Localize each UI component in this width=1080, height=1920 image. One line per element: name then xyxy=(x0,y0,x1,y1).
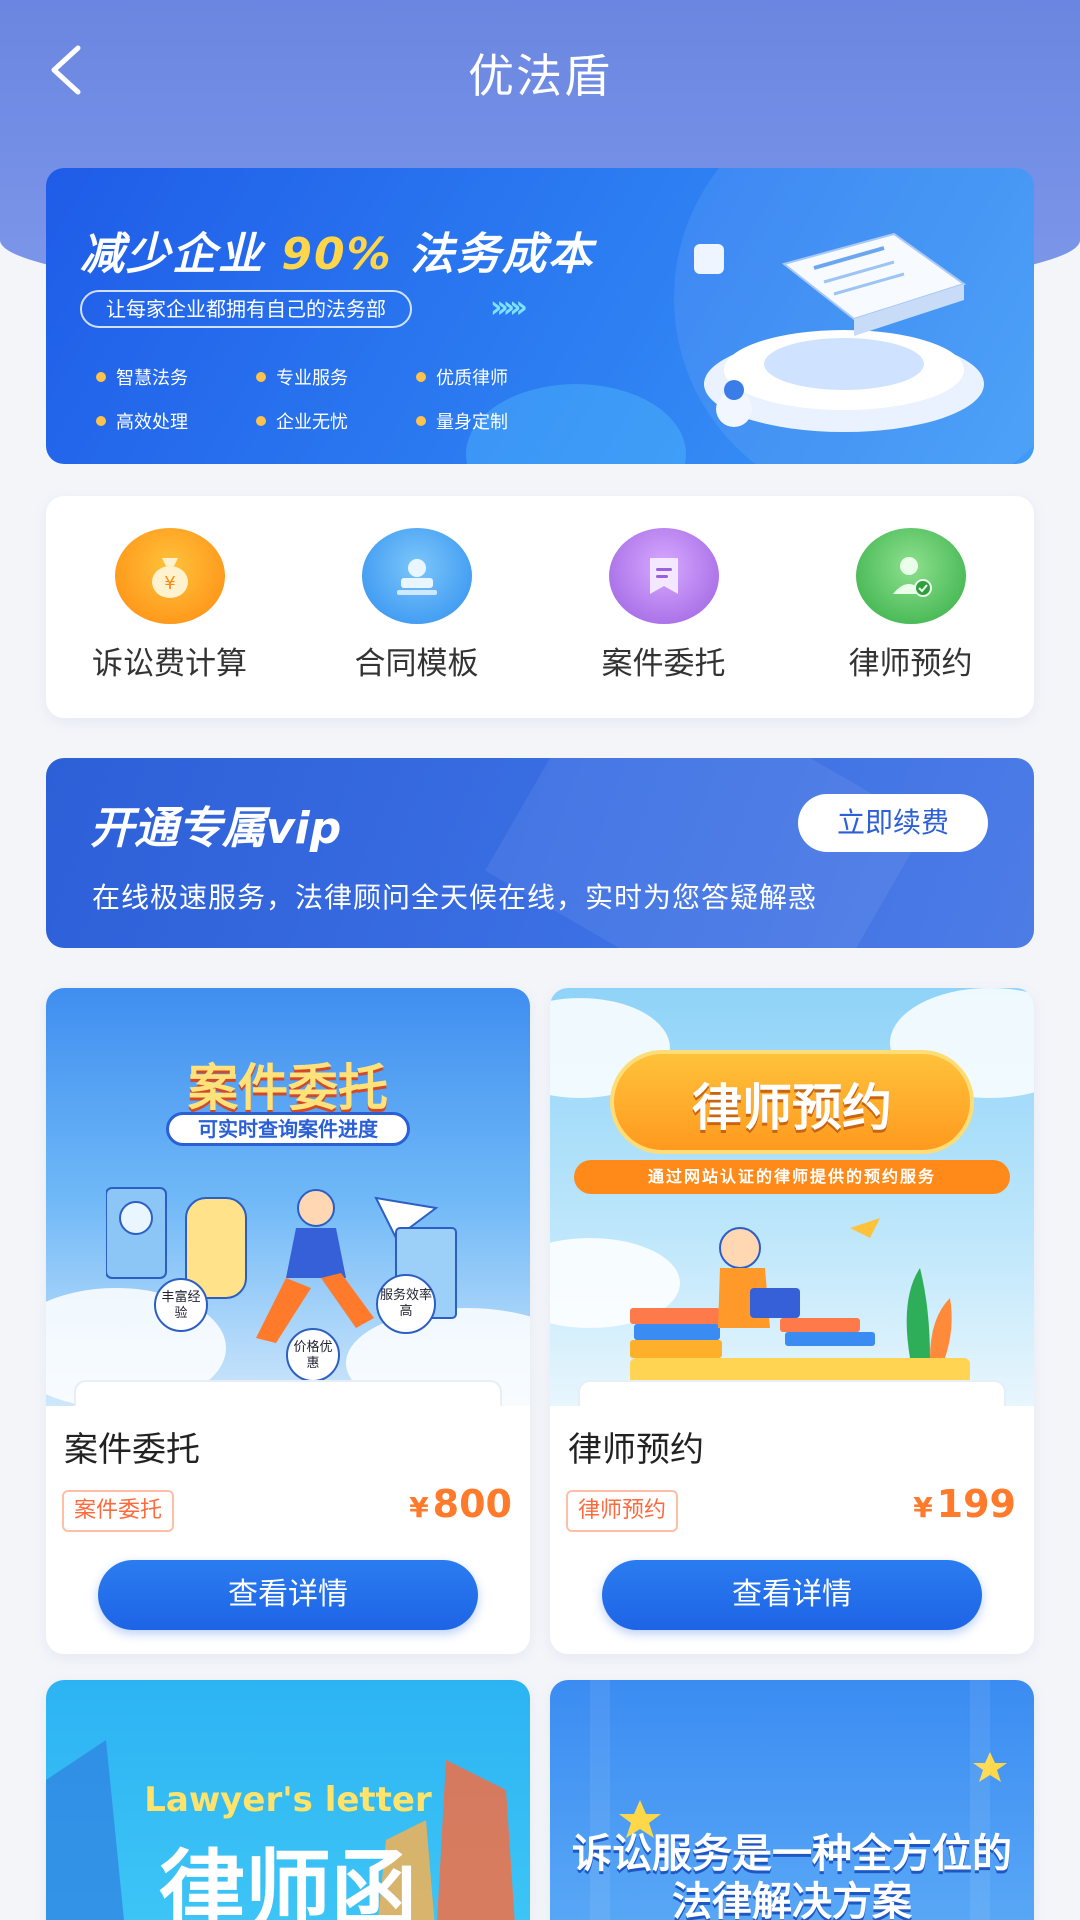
bullet-icon xyxy=(416,416,426,426)
feature-label: 专业服务 xyxy=(276,368,348,389)
banner-slogan: 让每家企业都拥有自己的法务部 xyxy=(80,290,412,328)
vip-title: 开通专属vip xyxy=(90,803,342,854)
service-label: 合同模板 xyxy=(354,646,479,682)
product-tag: 案件委托 xyxy=(62,1490,175,1532)
service-contract-template[interactable]: 合同模板 xyxy=(293,496,540,718)
image-plate xyxy=(74,1380,502,1406)
renew-button[interactable]: 立即续费 xyxy=(798,794,988,852)
service-lawyer-appointment[interactable]: 律师预约 xyxy=(787,496,1034,718)
service-label: 律师预约 xyxy=(848,646,973,682)
view-details-button[interactable]: 查看详情 xyxy=(602,1560,982,1630)
feature-label: 量身定制 xyxy=(436,412,508,433)
quick-services: ¥ 诉讼费计算 合同模板 案件委托 律师预约 xyxy=(46,496,1034,718)
product-name: 案件委托 xyxy=(64,1430,200,1470)
bullet-icon xyxy=(96,372,106,382)
feature-bubble: 服务效率高 xyxy=(376,1274,436,1334)
document-icon xyxy=(608,528,719,624)
image-plate xyxy=(578,1380,1006,1406)
image-title: 案件委托 xyxy=(188,1059,388,1117)
vip-subtitle: 在线极速服务，法律顾问全天候在线，实时为您答疑解惑 xyxy=(92,881,818,914)
image-title: 律师函 xyxy=(159,1841,417,1920)
product-card-litigation-service[interactable]: 诉讼服务是一种全方位的法律解决方案 xyxy=(550,1680,1034,1920)
feature-item: 企业无忧 xyxy=(256,408,416,434)
lawyer-glyph xyxy=(892,557,932,597)
image-title: 律师预约 xyxy=(692,1079,892,1137)
currency-symbol: ¥ xyxy=(409,1491,429,1524)
bullet-icon xyxy=(416,372,426,382)
svg-text:¥: ¥ xyxy=(164,573,175,594)
product-price: ¥199 xyxy=(913,1482,1016,1526)
product-tag: 律师预约 xyxy=(566,1490,679,1532)
product-image: 律师预约 通过网站认证的律师提供的预约服务 xyxy=(550,988,1034,1406)
feature-label: 智慧法务 xyxy=(116,368,188,389)
feature-label: 高效处理 xyxy=(116,412,188,433)
image-title-en: Lawyer's letter xyxy=(144,1780,432,1820)
feature-bubble-label: 丰富经验 xyxy=(161,1290,201,1321)
bullet-icon xyxy=(256,416,266,426)
product-name: 律师预约 xyxy=(568,1430,704,1470)
service-label: 案件委托 xyxy=(601,646,726,682)
money-bag-icon: ¥ xyxy=(114,528,225,624)
product-image: 诉讼服务是一种全方位的法律解决方案 xyxy=(550,1680,1034,1920)
feature-item: 优质律师 xyxy=(416,364,576,390)
feature-bubble-label: 服务效率高 xyxy=(379,1288,432,1319)
hero-banner[interactable]: 减少企业 90% 法务成本 让每家企业都拥有自己的法务部 ››››› 智慧法务 … xyxy=(46,168,1034,464)
feature-item: 专业服务 xyxy=(256,364,416,390)
stamp-glyph xyxy=(396,559,437,595)
headline-highlight: 90% xyxy=(281,229,393,280)
vip-decoration xyxy=(485,758,927,948)
headline-text: 法务成本 xyxy=(409,229,594,280)
bullet-icon xyxy=(96,416,106,426)
nav-bar: 优法盾 xyxy=(0,0,1080,140)
image-subtitle: 通过网站认证的律师提供的预约服务 xyxy=(574,1160,1010,1194)
price-value: 800 xyxy=(432,1482,512,1526)
banner-headline: 减少企业 90% 法务成本 xyxy=(80,218,594,282)
money-bag-glyph: ¥ xyxy=(151,558,188,598)
lawyer-icon xyxy=(855,528,966,624)
arrows-icon: ››››› xyxy=(490,290,528,325)
feature-bubble: 丰富经验 xyxy=(154,1278,208,1332)
service-label: 诉讼费计算 xyxy=(92,646,247,682)
feature-item: 高效处理 xyxy=(96,408,256,434)
page-title: 优法盾 xyxy=(468,49,612,103)
image-subtitle: 可实时查询案件进度 xyxy=(166,1112,410,1146)
currency-symbol: ¥ xyxy=(913,1491,933,1524)
feature-label: 企业无忧 xyxy=(276,412,348,433)
vip-banner: 开通专属vip 立即续费 在线极速服务，法律顾问全天候在线，实时为您答疑解惑 xyxy=(46,758,1034,948)
product-card-lawyer-letter[interactable]: Lawyer's letter 律师函 xyxy=(46,1680,530,1920)
headline-text: 减少企业 xyxy=(80,229,264,280)
view-details-button[interactable]: 查看详情 xyxy=(98,1560,478,1630)
bullet-icon xyxy=(256,372,266,382)
feature-bubble-label: 价格优惠 xyxy=(293,1340,333,1371)
product-price: ¥800 xyxy=(409,1482,512,1526)
legal-book-illustration-icon xyxy=(694,232,984,432)
feature-bubble: 价格优惠 xyxy=(286,1328,340,1382)
banner-features: 智慧法务 专业服务 优质律师 高效处理 企业无忧 量身定制 xyxy=(96,364,576,434)
product-card-case-entrust[interactable]: 案件委托 可实时查询案件进度 丰富经验 服务效率高 价格优惠 案件委托 案件委托… xyxy=(46,988,530,1654)
product-image: Lawyer's letter 律师函 xyxy=(46,1680,530,1920)
stamp-icon xyxy=(361,528,472,624)
product-card-lawyer-appointment[interactable]: 律师预约 通过网站认证的律师提供的预约服务 律师预约 律师预约 ¥199 查看详… xyxy=(550,988,1034,1654)
image-title: 诉讼服务是一种全方位的法律解决方案 xyxy=(572,1831,1012,1920)
feature-item: 量身定制 xyxy=(416,408,576,434)
service-case-entrust[interactable]: 案件委托 xyxy=(540,496,787,718)
running-lawyer-illustration-icon xyxy=(106,1187,457,1343)
feature-label: 优质律师 xyxy=(436,368,508,389)
product-image: 案件委托 可实时查询案件进度 丰富经验 服务效率高 价格优惠 xyxy=(46,988,530,1406)
service-litigation-fee[interactable]: ¥ 诉讼费计算 xyxy=(46,496,293,718)
reading-lawyer-illustration-icon xyxy=(630,1218,970,1388)
price-value: 199 xyxy=(936,1482,1016,1526)
document-glyph xyxy=(649,558,678,594)
feature-item: 智慧法务 xyxy=(96,364,256,390)
